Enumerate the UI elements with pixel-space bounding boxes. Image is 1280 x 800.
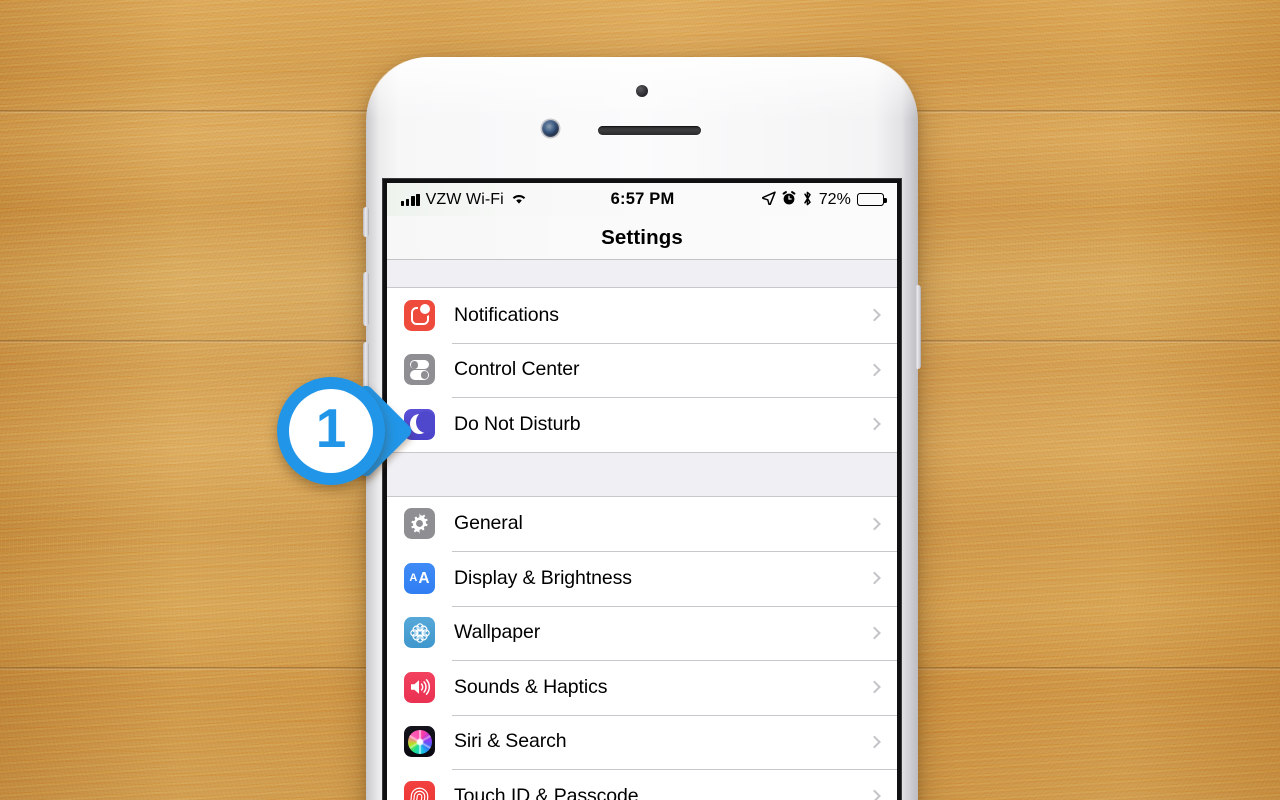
chevron-right-icon: [868, 417, 881, 431]
status-bar-right: 72%: [674, 190, 887, 209]
phone-screen: VZW Wi-Fi 6:57 PM 72% Settings Notificat…: [387, 183, 897, 800]
bluetooth-icon: [802, 191, 813, 209]
settings-row-label: Sounds & Haptics: [454, 675, 608, 698]
settings-row-label: Display & Brightness: [454, 566, 632, 589]
chevron-right-icon: [868, 789, 881, 800]
row-separator: [452, 342, 897, 344]
callout-face: 1: [289, 389, 373, 473]
status-bar: VZW Wi-Fi 6:57 PM 72%: [387, 183, 897, 216]
settings-row-sounds-haptics[interactable]: Sounds & Haptics: [387, 660, 897, 715]
settings-row-label: Touch ID & Passcode: [454, 784, 639, 800]
callout-number: 1: [315, 397, 347, 459]
wifi-icon: [510, 191, 528, 208]
row-separator: [452, 769, 897, 770]
front-camera-icon: [542, 120, 559, 137]
flower-icon: [404, 617, 435, 649]
settings-row-label: Siri & Search: [454, 730, 567, 753]
settings-row-control-center[interactable]: Control Center: [387, 342, 897, 397]
chevron-right-icon: [868, 363, 881, 377]
text-size-icon: AA: [404, 562, 435, 594]
list-group-gap: [387, 453, 897, 496]
gear-icon: [404, 508, 435, 540]
navigation-bar: Settings: [387, 216, 897, 260]
power-button[interactable]: [915, 285, 921, 369]
chevron-right-icon: [868, 571, 881, 585]
chevron-right-icon: [868, 517, 881, 531]
settings-row-label: Control Center: [454, 358, 580, 381]
settings-row-general[interactable]: General: [387, 496, 897, 551]
chevron-right-icon: [868, 626, 881, 640]
status-bar-left: VZW Wi-Fi: [401, 191, 611, 209]
row-separator: [452, 551, 897, 552]
settings-row-label: Do Not Disturb: [454, 412, 581, 435]
chevron-right-icon: [868, 680, 881, 694]
settings-row-label: Wallpaper: [454, 621, 541, 644]
carrier-label: VZW Wi-Fi: [425, 190, 504, 208]
alarm-clock-icon: [782, 191, 796, 208]
settings-row-display-brightness[interactable]: AA Display & Brightness: [387, 551, 897, 606]
settings-row-do-not-disturb[interactable]: Do Not Disturb: [387, 397, 897, 452]
siri-orb-icon: [404, 726, 435, 758]
volume-up-button[interactable]: [363, 272, 369, 326]
settings-row-touch-id-passcode[interactable]: Touch ID & Passcode: [387, 769, 897, 800]
earpiece-speaker-icon: [598, 126, 701, 135]
chevron-right-icon: [868, 735, 881, 749]
battery-percent-label: 72%: [818, 190, 852, 208]
cellular-signal-icon: [401, 193, 420, 206]
battery-icon: [857, 193, 887, 206]
settings-group-alerts: Notifications Control Center Do Not Dist…: [387, 287, 897, 453]
proximity-sensor-icon: [636, 85, 648, 97]
callout-badge-1: 1: [277, 377, 415, 487]
notifications-icon: [404, 299, 435, 331]
chevron-right-icon: [868, 308, 881, 322]
settings-group-system: General AA Display & Brightness Wallpape…: [387, 495, 897, 800]
settings-list[interactable]: Notifications Control Center Do Not Dist…: [387, 260, 897, 800]
settings-row-wallpaper[interactable]: Wallpaper: [387, 605, 897, 660]
callout-ring: 1: [277, 377, 385, 485]
page-title: Settings: [601, 225, 683, 249]
row-separator: [452, 605, 897, 607]
row-separator: [452, 397, 897, 398]
speaker-icon: [404, 671, 435, 703]
list-top-gap: [387, 260, 897, 287]
location-arrow-icon: [761, 191, 776, 208]
fingerprint-icon: [404, 780, 435, 800]
status-bar-clock: 6:57 PM: [610, 190, 675, 208]
row-separator: [452, 660, 897, 661]
iphone-device: VZW Wi-Fi 6:57 PM 72% Settings Notificat…: [363, 57, 921, 800]
settings-row-siri-search[interactable]: Siri & Search: [387, 714, 897, 769]
row-separator: [452, 714, 897, 716]
settings-row-notifications[interactable]: Notifications: [387, 288, 897, 343]
settings-row-label: Notifications: [454, 303, 559, 326]
settings-row-label: General: [454, 512, 523, 535]
silent-switch[interactable]: [363, 207, 369, 237]
